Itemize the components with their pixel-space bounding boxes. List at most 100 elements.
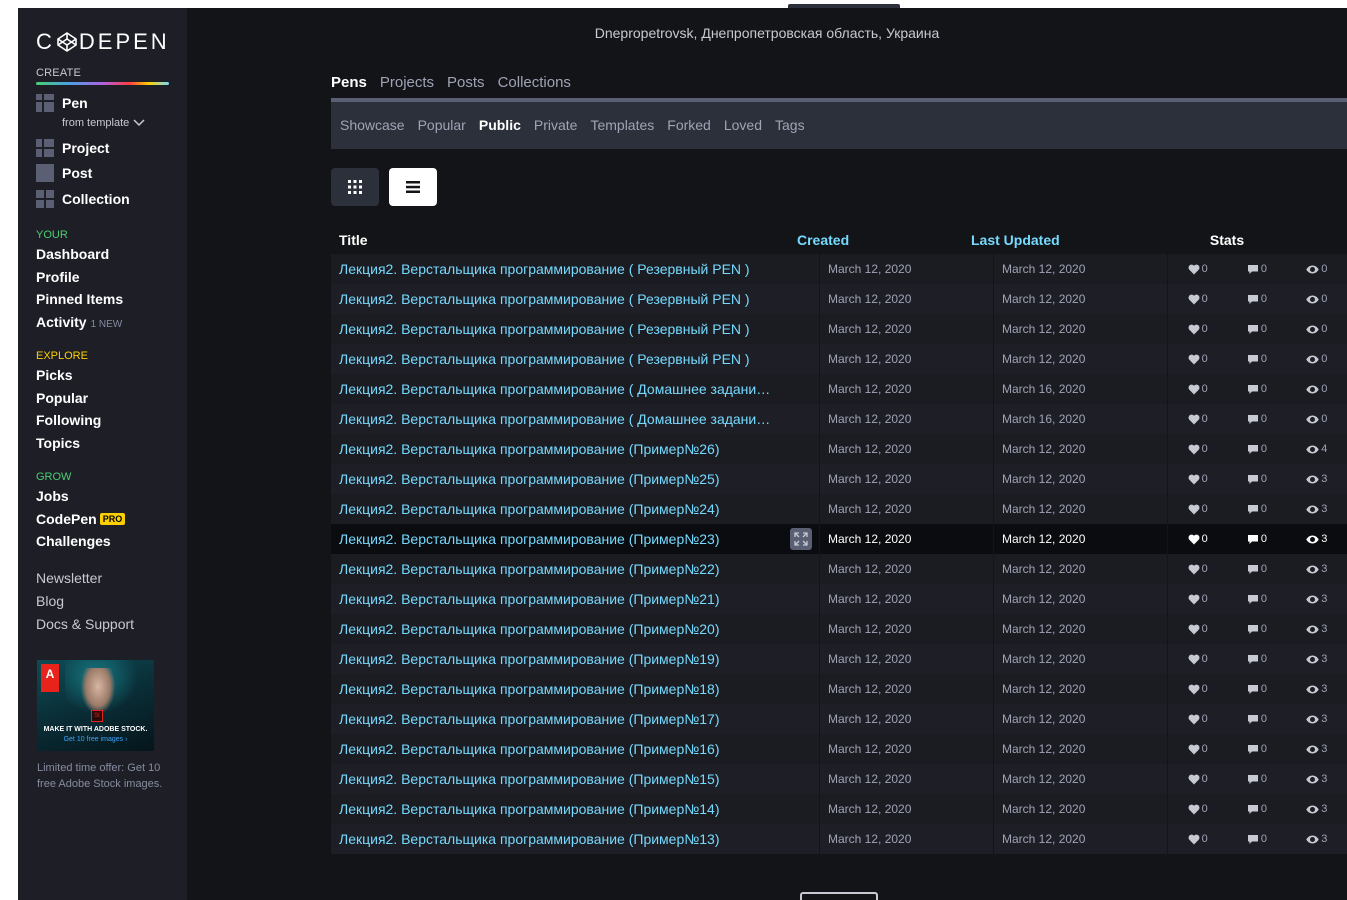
pen-title-link[interactable]: Лекция2. Верстальщика программирование (… (331, 381, 783, 397)
nav-challenges[interactable]: Challenges (36, 530, 125, 553)
filter-forked[interactable]: Forked (667, 117, 711, 133)
likes-stat[interactable]: 0 (1188, 653, 1208, 665)
pen-title-link[interactable]: Лекция2. Верстальщика программирование (… (331, 501, 783, 517)
filter-tags[interactable]: Tags (775, 117, 805, 133)
pen-title-link[interactable]: Лекция2. Верстальщика программирование (… (331, 321, 783, 337)
pen-title-link[interactable]: Лекция2. Верстальщика программирование (… (331, 291, 783, 307)
table-row[interactable]: Лекция2. Верстальщика программирование (… (331, 614, 1347, 644)
likes-stat[interactable]: 0 (1188, 353, 1208, 365)
comments-stat[interactable]: 0 (1247, 743, 1267, 755)
table-row[interactable]: Лекция2. Верстальщика программирование (… (331, 404, 1347, 434)
likes-stat[interactable]: 0 (1188, 323, 1208, 335)
col-created-header[interactable]: Created (789, 226, 963, 254)
pen-title-link[interactable]: Лекция2. Верстальщика программирование (… (331, 261, 783, 277)
table-row[interactable]: Лекция2. Верстальщика программирование (… (331, 674, 1347, 704)
nav-following[interactable]: Following (36, 409, 101, 432)
nav-dashboard[interactable]: Dashboard (36, 243, 123, 266)
pen-title-link[interactable]: Лекция2. Верстальщика программирование (… (331, 471, 783, 487)
nav-newsletter[interactable]: Newsletter (36, 567, 134, 590)
filter-public[interactable]: Public (479, 117, 521, 133)
table-row[interactable]: Лекция2. Верстальщика программирование (… (331, 704, 1347, 734)
likes-stat[interactable]: 0 (1188, 803, 1208, 815)
pen-title-link[interactable]: Лекция2. Верстальщика программирование (… (331, 621, 783, 637)
pen-title-link[interactable]: Лекция2. Верстальщика программирование (… (331, 681, 783, 697)
create-pen-button[interactable]: Pen (36, 94, 88, 112)
comments-stat[interactable]: 0 (1247, 623, 1267, 635)
comments-stat[interactable]: 0 (1247, 833, 1267, 845)
nav-jobs[interactable]: Jobs (36, 485, 125, 508)
comments-stat[interactable]: 0 (1247, 473, 1267, 485)
table-row[interactable]: Лекция2. Верстальщика программирование (… (331, 464, 1347, 494)
likes-stat[interactable]: 0 (1188, 473, 1208, 485)
likes-stat[interactable]: 0 (1188, 413, 1208, 425)
table-row[interactable]: Лекция2. Верстальщика программирование (… (331, 734, 1347, 764)
likes-stat[interactable]: 0 (1188, 293, 1208, 305)
nav-pinned-items[interactable]: Pinned Items (36, 288, 123, 311)
table-row[interactable]: Лекция2. Верстальщика программирование (… (331, 554, 1347, 584)
comments-stat[interactable]: 0 (1247, 353, 1267, 365)
table-row[interactable]: Лекция2. Верстальщика программирование (… (331, 644, 1347, 674)
likes-stat[interactable]: 0 (1188, 563, 1208, 575)
comments-stat[interactable]: 0 (1247, 263, 1267, 275)
pen-title-link[interactable]: Лекция2. Верстальщика программирование (… (331, 531, 783, 547)
nav-profile[interactable]: Profile (36, 266, 123, 289)
table-row[interactable]: Лекция2. Верстальщика программирование (… (331, 824, 1347, 854)
pen-title-link[interactable]: Лекция2. Верстальщика программирование (… (331, 741, 783, 757)
codepen-logo[interactable]: C DEPEN (36, 29, 170, 55)
nav-docs-support[interactable]: Docs & Support (36, 613, 134, 636)
table-row[interactable]: Лекция2. Верстальщика программирование (… (331, 524, 1347, 554)
filter-showcase[interactable]: Showcase (340, 117, 405, 133)
comments-stat[interactable]: 0 (1247, 713, 1267, 725)
table-row[interactable]: Лекция2. Верстальщика программирование (… (331, 284, 1347, 314)
likes-stat[interactable]: 0 (1188, 443, 1208, 455)
nav-topics[interactable]: Topics (36, 432, 101, 455)
comments-stat[interactable]: 0 (1247, 503, 1267, 515)
comments-stat[interactable]: 0 (1247, 323, 1267, 335)
table-row[interactable]: Лекция2. Верстальщика программирование (… (331, 764, 1347, 794)
comments-stat[interactable]: 0 (1247, 653, 1267, 665)
from-template-dropdown[interactable]: from template (62, 117, 145, 129)
likes-stat[interactable]: 0 (1188, 773, 1208, 785)
pen-title-link[interactable]: Лекция2. Верстальщика программирование (… (331, 351, 783, 367)
tab-posts[interactable]: Posts (447, 74, 485, 91)
adobe-stock-ad-image[interactable]: A St MAKE IT WITH ADOBE STOCK. Get 10 fr… (37, 660, 154, 751)
pen-title-link[interactable]: Лекция2. Верстальщика программирование (… (331, 771, 783, 787)
likes-stat[interactable]: 0 (1188, 683, 1208, 695)
table-row[interactable]: Лекция2. Верстальщика программирование (… (331, 374, 1347, 404)
comments-stat[interactable]: 0 (1247, 803, 1267, 815)
pen-title-link[interactable]: Лекция2. Верстальщика программирование (… (331, 801, 783, 817)
col-title-header[interactable]: Title (331, 232, 789, 248)
pen-title-link[interactable]: Лекция2. Верстальщика программирование (… (331, 561, 783, 577)
comments-stat[interactable]: 0 (1247, 413, 1267, 425)
create-post-button[interactable]: Post (36, 164, 92, 182)
expand-icon[interactable] (790, 528, 812, 550)
load-more-button[interactable] (800, 892, 878, 900)
filter-loved[interactable]: Loved (724, 117, 762, 133)
nav-picks[interactable]: Picks (36, 364, 101, 387)
filter-templates[interactable]: Templates (590, 117, 654, 133)
pen-title-link[interactable]: Лекция2. Верстальщика программирование (… (331, 441, 783, 457)
nav-activity[interactable]: Activity 1 NEW (36, 311, 123, 334)
likes-stat[interactable]: 0 (1188, 383, 1208, 395)
likes-stat[interactable]: 0 (1188, 833, 1208, 845)
tab-projects[interactable]: Projects (380, 74, 434, 91)
likes-stat[interactable]: 0 (1188, 593, 1208, 605)
filter-popular[interactable]: Popular (418, 117, 466, 133)
pen-title-link[interactable]: Лекция2. Верстальщика программирование (… (331, 651, 783, 667)
likes-stat[interactable]: 0 (1188, 623, 1208, 635)
comments-stat[interactable]: 0 (1247, 533, 1267, 545)
list-view-button[interactable] (389, 168, 437, 206)
table-row[interactable]: Лекция2. Верстальщика программирование (… (331, 494, 1347, 524)
comments-stat[interactable]: 0 (1247, 443, 1267, 455)
likes-stat[interactable]: 0 (1188, 503, 1208, 515)
likes-stat[interactable]: 0 (1188, 713, 1208, 725)
nav-codepen-pro[interactable]: CodePen PRO (36, 508, 126, 531)
tab-pens[interactable]: Pens (331, 74, 367, 91)
table-row[interactable]: Лекция2. Верстальщика программирование (… (331, 794, 1347, 824)
pen-title-link[interactable]: Лекция2. Верстальщика программирование (… (331, 831, 783, 847)
comments-stat[interactable]: 0 (1247, 383, 1267, 395)
create-collection-button[interactable]: Collection (36, 190, 130, 208)
likes-stat[interactable]: 0 (1188, 743, 1208, 755)
pen-title-link[interactable]: Лекция2. Верстальщика программирование (… (331, 711, 783, 727)
nav-blog[interactable]: Blog (36, 590, 134, 613)
